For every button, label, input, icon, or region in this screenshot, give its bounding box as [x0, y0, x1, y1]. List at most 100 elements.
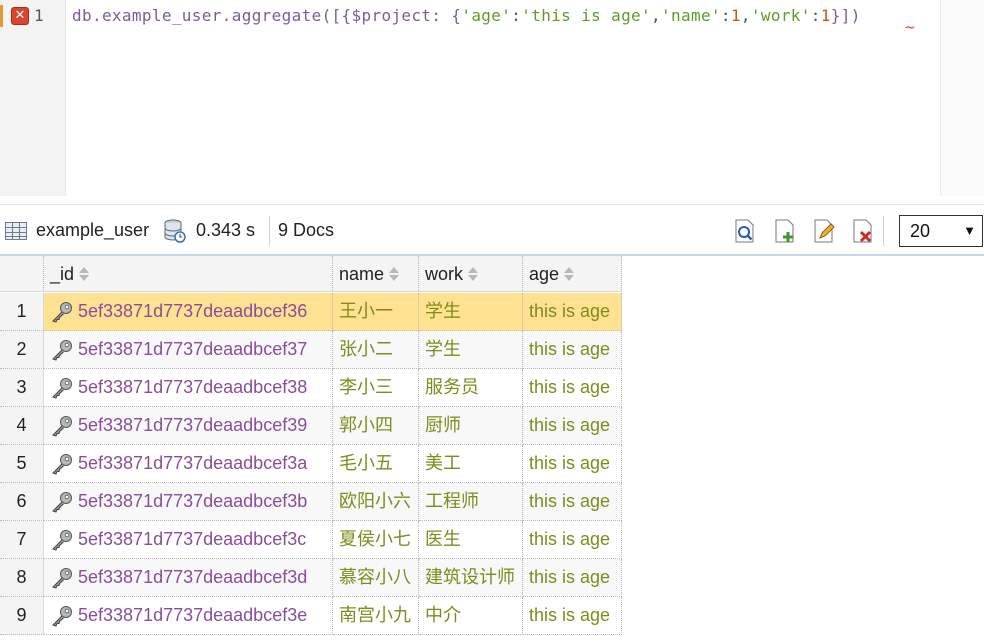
table-row[interactable]: 7 5ef33871d7737deaadbcef3c 夏侯小七 医生 this is a… — [0, 521, 622, 559]
row-number: 1 — [0, 293, 44, 331]
cell-id[interactable]: 5ef33871d7737deaadbcef3c — [44, 521, 333, 559]
cell-id[interactable]: 5ef33871d7737deaadbcef3a — [44, 445, 333, 483]
page-size-select[interactable]: 20 ▼ — [899, 215, 983, 247]
table-row[interactable]: 3 5ef33871d7737deaadbcef38 李小三 服务员 this is a… — [0, 369, 622, 407]
cell-name[interactable]: 毛小五 — [333, 445, 419, 483]
key-icon — [50, 565, 74, 589]
cell-age[interactable]: this is age — [523, 445, 622, 483]
code-token: 1 — [820, 6, 831, 25]
cell-work[interactable]: 学生 — [419, 331, 523, 369]
database-icon — [164, 219, 186, 243]
delete-document-icon[interactable] — [850, 218, 876, 244]
cell-name[interactable]: 南宫小九 — [333, 597, 419, 635]
table-row[interactable]: 9 5ef33871d7737deaadbcef3e 南宫小九 中介 this is a… — [0, 597, 622, 635]
cell-id-value: 5ef33871d7737deaadbcef36 — [78, 301, 308, 321]
code-token: 'work' — [750, 6, 811, 25]
table-row[interactable]: 6 5ef33871d7737deaadbcef3b 欧阳小六 工程师 this is … — [0, 483, 622, 521]
code-token: : — [720, 6, 731, 25]
sort-icon[interactable] — [564, 267, 575, 282]
chevron-down-icon: ▼ — [963, 223, 976, 238]
row-number: 4 — [0, 407, 44, 445]
cell-id[interactable]: 5ef33871d7737deaadbcef3d — [44, 559, 333, 597]
cell-work[interactable]: 美工 — [419, 445, 523, 483]
cell-name[interactable]: 慕容小八 — [333, 559, 419, 597]
cell-name[interactable]: 欧阳小六 — [333, 483, 419, 521]
cell-work[interactable]: 医生 — [419, 521, 523, 559]
cell-name[interactable]: 夏侯小七 — [333, 521, 419, 559]
query-editor[interactable]: ✕ 1 db.example_user.aggregate([{$project… — [0, 0, 984, 196]
cell-age[interactable]: this is age — [523, 597, 622, 635]
cell-id-value: 5ef33871d7737deaadbcef3a — [78, 453, 308, 473]
cell-id-value: 5ef33871d7737deaadbcef3c — [78, 529, 307, 549]
view-document-icon[interactable] — [732, 218, 758, 244]
table-row[interactable]: 1 5ef33871d7737deaadbcef36 王小一 学生 this is ag… — [0, 293, 622, 331]
column-header-name[interactable]: name — [333, 256, 419, 292]
cell-id-value: 5ef33871d7737deaadbcef3e — [78, 605, 308, 625]
cell-id[interactable]: 5ef33871d7737deaadbcef38 — [44, 369, 333, 407]
cell-work[interactable]: 建筑设计师 — [419, 559, 523, 597]
table-row[interactable]: 5 5ef33871d7737deaadbcef3a 毛小五 美工 this is ag… — [0, 445, 622, 483]
key-icon — [50, 299, 74, 323]
cell-name[interactable]: 李小三 — [333, 369, 419, 407]
sort-icon[interactable] — [468, 267, 479, 282]
line-number: 1 — [34, 6, 44, 25]
cell-id-value: 5ef33871d7737deaadbcef3d — [78, 567, 308, 587]
cell-id[interactable]: 5ef33871d7737deaadbcef39 — [44, 407, 333, 445]
cell-name[interactable]: 郭小四 — [333, 407, 419, 445]
key-icon — [50, 451, 74, 475]
row-number-header — [0, 256, 44, 292]
column-header-age[interactable]: age — [523, 256, 622, 292]
cell-id-value: 5ef33871d7737deaadbcef37 — [78, 339, 308, 359]
cell-id[interactable]: 5ef33871d7737deaadbcef36 — [44, 293, 333, 331]
cell-work[interactable]: 服务员 — [419, 369, 523, 407]
code-line[interactable]: db.example_user.aggregate([{$project: {'… — [72, 6, 861, 25]
cell-work[interactable]: 工程师 — [419, 483, 523, 521]
cell-age[interactable]: this is age — [523, 293, 622, 331]
page-size-value: 20 — [910, 221, 931, 241]
cell-age[interactable]: this is age — [523, 559, 622, 597]
sort-icon[interactable] — [389, 267, 400, 282]
key-icon — [50, 413, 74, 437]
cell-id-value: 5ef33871d7737deaadbcef39 — [78, 415, 308, 435]
cell-age[interactable]: this is age — [523, 521, 622, 559]
key-icon — [50, 489, 74, 513]
cell-name[interactable]: 王小一 — [333, 293, 419, 331]
row-number: 3 — [0, 369, 44, 407]
code-token: 'age' — [461, 6, 512, 25]
cell-id[interactable]: 5ef33871d7737deaadbcef37 — [44, 331, 333, 369]
cell-name[interactable]: 张小二 — [333, 331, 419, 369]
sort-icon[interactable] — [79, 267, 90, 282]
cell-id[interactable]: 5ef33871d7737deaadbcef3e — [44, 597, 333, 635]
code-token: , — [651, 6, 662, 25]
cell-work[interactable]: 厨师 — [419, 407, 523, 445]
cell-work[interactable]: 学生 — [419, 293, 523, 331]
doc-count: 9 Docs — [278, 220, 335, 240]
cell-work[interactable]: 中介 — [419, 597, 523, 635]
table-row[interactable]: 4 5ef33871d7737deaadbcef39 郭小四 厨师 this is ag… — [0, 407, 622, 445]
code-token: db.example_user.aggregate([{$project: { — [72, 6, 462, 25]
code-token: }]) — [830, 6, 861, 25]
add-document-icon[interactable] — [772, 218, 798, 244]
row-number: 9 — [0, 597, 44, 635]
column-header-work[interactable]: work — [419, 256, 523, 292]
code-token: 'this is age' — [521, 6, 652, 25]
key-icon — [50, 375, 74, 399]
cell-age[interactable]: this is age — [523, 483, 622, 521]
editor-scrollbar[interactable] — [940, 0, 984, 196]
key-icon — [50, 337, 74, 361]
edit-document-icon[interactable] — [811, 218, 837, 244]
cell-age[interactable]: this is age — [523, 331, 622, 369]
row-number: 6 — [0, 483, 44, 521]
toolbar-divider — [883, 216, 884, 246]
column-header-id[interactable]: _id — [44, 256, 333, 292]
error-squiggle: ~ — [904, 20, 916, 36]
cell-age[interactable]: this is age — [523, 369, 622, 407]
error-icon[interactable]: ✕ — [11, 7, 29, 25]
row-number: 8 — [0, 559, 44, 597]
code-token: 1 — [730, 6, 741, 25]
table-row[interactable]: 8 5ef33871d7737deaadbcef3d 慕容小八 建筑设计师 this i… — [0, 559, 622, 597]
cell-age[interactable]: this is age — [523, 407, 622, 445]
grid-icon — [5, 222, 27, 240]
table-row[interactable]: 2 5ef33871d7737deaadbcef37 张小二 学生 this is ag… — [0, 331, 622, 369]
cell-id[interactable]: 5ef33871d7737deaadbcef3b — [44, 483, 333, 521]
